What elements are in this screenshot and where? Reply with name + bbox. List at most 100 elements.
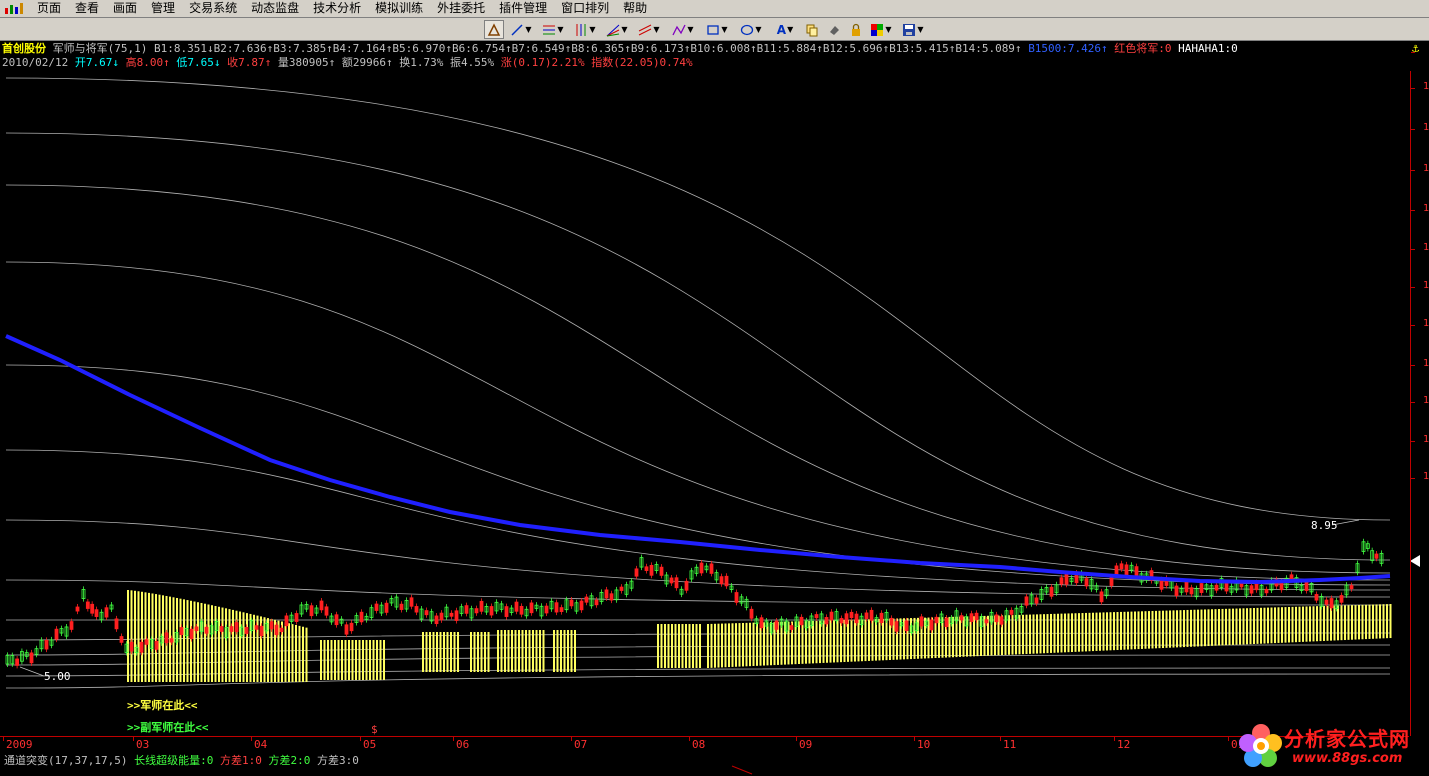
menu-external-order[interactable]: 外挂委托 <box>430 0 492 17</box>
band-bar <box>453 632 456 672</box>
parallel-icon[interactable]: ▼ <box>634 20 664 39</box>
candle-up <box>944 617 949 628</box>
candle-up <box>559 607 564 612</box>
quote-volume: 量380905↑ <box>277 56 336 69</box>
band-bar <box>200 602 203 682</box>
lock-icon[interactable] <box>846 20 866 39</box>
menu-view[interactable]: 查看 <box>68 0 106 17</box>
band-bar <box>484 632 486 672</box>
band-bar <box>1158 610 1161 649</box>
zigzag-icon[interactable]: ▼ <box>668 20 698 39</box>
text-icon[interactable]: A ▼ <box>770 20 800 39</box>
candle-up <box>1214 584 1219 591</box>
watermark-title: 分析家公式网 <box>1284 727 1410 751</box>
band-bar <box>1291 606 1294 643</box>
high-price-label: 8.95 <box>1311 519 1338 532</box>
band-bar <box>337 640 340 680</box>
band-bar <box>815 620 818 664</box>
band-bar <box>731 623 734 667</box>
band-bar <box>819 620 821 664</box>
band-bar <box>214 605 217 682</box>
save-icon[interactable]: ▼ <box>898 20 928 39</box>
candle-up <box>1349 585 1354 590</box>
band-bar <box>973 616 975 657</box>
band-bar <box>487 632 490 672</box>
price-axis-mark <box>1411 402 1415 403</box>
band-bar <box>871 619 874 661</box>
band-bar <box>532 630 534 672</box>
date-axis-tick <box>251 737 252 741</box>
watermark-url: www.88gs.com <box>1292 751 1403 766</box>
line-icon[interactable]: ▼ <box>506 20 536 39</box>
menu-monitor[interactable]: 动态监盘 <box>244 0 306 17</box>
band-bar <box>1127 611 1129 650</box>
menu-page[interactable]: 页面 <box>30 0 68 17</box>
candle-up <box>1314 594 1319 601</box>
indicator-name: 军师与将军(75,1) <box>52 42 148 55</box>
band-bar <box>1211 609 1213 646</box>
sub-indicator-bar: 通道突变(17,37,17,5) 长线超级能量:0 方差1:0 方差2:0 方差… <box>0 750 1429 776</box>
menu-screen[interactable]: 画面 <box>106 0 144 17</box>
band-bar <box>1319 606 1322 642</box>
candle-up <box>1174 585 1179 596</box>
menu-help[interactable]: 帮助 <box>616 0 654 17</box>
candle-up <box>439 612 444 621</box>
candle-up <box>684 580 689 591</box>
date-axis-tick <box>1228 737 1229 741</box>
band-bar <box>1281 607 1283 643</box>
band-bar <box>432 632 435 672</box>
band-bar <box>1018 614 1021 655</box>
fib-icon[interactable]: ▼ <box>538 20 568 39</box>
quote-change: 涨(0.17)2.21% <box>500 56 585 69</box>
palette-icon[interactable]: ▼ <box>866 20 896 39</box>
candle-up <box>309 605 314 617</box>
candle-up <box>234 622 239 632</box>
candle-up <box>554 602 559 613</box>
fan-icon[interactable]: ▼ <box>602 20 632 39</box>
candle-up <box>259 625 264 637</box>
stock-name[interactable]: 首创股份 <box>2 42 46 55</box>
kline-chart[interactable]: 8.95 5.00 >>军师在此<< >>副军师在此<< $ <box>0 71 1409 736</box>
menu-trading-system[interactable]: 交易系统 <box>182 0 244 17</box>
menu-plugins[interactable]: 插件管理 <box>492 0 554 17</box>
menu-tech-analysis[interactable]: 技术分析 <box>306 0 368 17</box>
band-bar <box>1022 614 1024 655</box>
band-bar <box>1134 611 1136 650</box>
indicator-info-bar: 首创股份 军师与将军(75,1) B1:8.351↓B2:7.636↑B3:7.… <box>2 42 1238 56</box>
band-bar <box>822 620 825 663</box>
band-bar <box>148 592 150 682</box>
band-bar <box>875 619 877 661</box>
candle-up <box>544 605 549 614</box>
band-bar <box>1242 608 1245 645</box>
band-bar <box>664 624 666 668</box>
band-bar <box>1386 604 1388 639</box>
price-axis-mark <box>1411 52 1415 53</box>
ellipse-icon[interactable]: ▼ <box>736 20 766 39</box>
copy-icon[interactable] <box>802 20 822 39</box>
candle-up <box>1084 578 1089 587</box>
band-bar <box>288 623 290 682</box>
sub-indicator-name[interactable]: 通道突变(17,37,17,5) <box>4 754 127 767</box>
channel-icon[interactable]: ▼ <box>570 20 600 39</box>
menu-window[interactable]: 窗口排列 <box>554 0 616 17</box>
band-bar <box>667 624 670 668</box>
cursor-icon[interactable] <box>484 20 504 39</box>
candle-up <box>119 636 124 643</box>
candle-up <box>1119 563 1124 570</box>
band-bar <box>1025 614 1028 655</box>
menu-manage[interactable]: 管理 <box>144 0 182 17</box>
candle-up <box>814 614 819 619</box>
band-bar <box>457 632 459 672</box>
menu-simulation[interactable]: 模拟训练 <box>368 0 430 17</box>
eraser-icon[interactable] <box>824 20 844 39</box>
candle-up <box>569 599 574 607</box>
band-bar <box>840 620 842 663</box>
band-bar <box>1085 612 1087 652</box>
candle-up <box>894 621 899 632</box>
app-logo-icon[interactable] <box>0 1 30 16</box>
band-bar <box>808 621 811 664</box>
band-bar <box>1204 609 1206 647</box>
band-bar <box>193 601 196 682</box>
rectangle-icon[interactable]: ▼ <box>702 20 732 39</box>
candle-up <box>994 614 999 623</box>
